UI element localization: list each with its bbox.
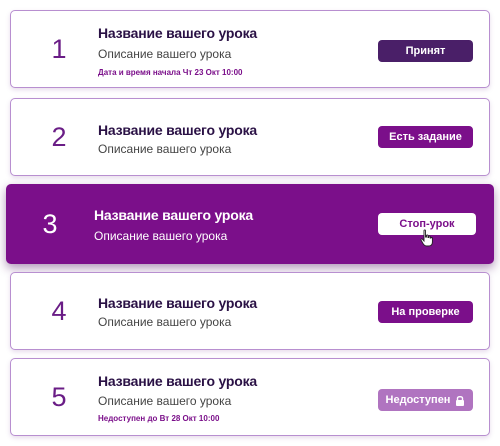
lesson-card-1[interactable]: 1 Название вашего урока Описание вашего … — [10, 10, 490, 88]
unavailable-button: Недоступен — [378, 389, 473, 411]
lesson-card-5[interactable]: 5 Название вашего урока Описание вашего … — [10, 358, 490, 436]
lock-icon — [456, 395, 465, 406]
lesson-description: Описание вашего урока — [98, 47, 232, 61]
accepted-button[interactable]: Принят — [378, 40, 473, 62]
unavailable-label: Недоступен — [385, 394, 451, 406]
has-task-button[interactable]: Есть задание — [378, 126, 473, 148]
lesson-number: 5 — [51, 381, 67, 412]
lesson-number: 3 — [42, 208, 58, 239]
lesson-description: Описание вашего урока — [98, 142, 232, 156]
lesson-description: Описание вашего урока — [98, 394, 232, 408]
lesson-number: 2 — [51, 121, 67, 152]
hand-cursor-icon — [420, 229, 433, 247]
lesson-title: Название вашего урока — [98, 25, 258, 41]
lesson-title: Название вашего урока — [98, 373, 258, 389]
lesson-description: Описание вашего урока — [98, 315, 232, 329]
lesson-description: Описание вашего урока — [94, 229, 228, 243]
lesson-start-date: Дата и время начала Чт 23 Окт 10:00 — [98, 68, 243, 77]
lesson-number: 1 — [51, 33, 67, 64]
lesson-title: Название вашего урока — [98, 295, 258, 311]
lesson-number: 4 — [51, 295, 67, 326]
lesson-card-2[interactable]: 2 Название вашего урока Описание вашего … — [10, 98, 490, 176]
lesson-title: Название вашего урока — [98, 122, 258, 138]
lesson-title: Название вашего урока — [94, 207, 254, 223]
lesson-unavailable-date: Недоступен до Вт 28 Окт 10:00 — [98, 414, 220, 423]
under-review-button[interactable]: На проверке — [378, 301, 473, 323]
lesson-card-3[interactable]: 3 Название вашего урока Описание вашего … — [6, 184, 494, 264]
lesson-card-4[interactable]: 4 Название вашего урока Описание вашего … — [10, 272, 490, 350]
